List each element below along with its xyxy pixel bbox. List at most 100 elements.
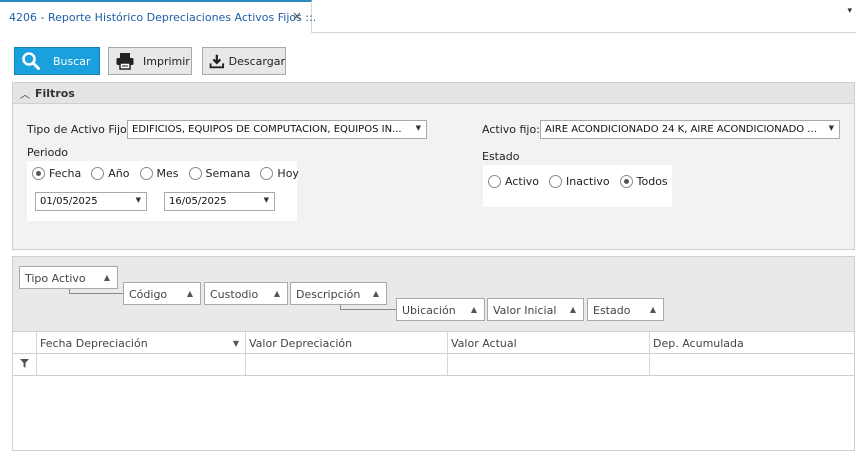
column-header-label: Dep. Acumulada <box>653 337 744 350</box>
sort-asc-icon: ▲ <box>470 305 477 314</box>
filter-icon <box>20 359 29 368</box>
radio-fecha[interactable]: Fecha <box>32 167 81 180</box>
column-header-valor-depreciacion[interactable]: Valor Depreciación <box>245 332 447 354</box>
group-chip-ubicacion[interactable]: Ubicación ▲ <box>396 298 485 321</box>
group-chip-valor-inicial[interactable]: Valor Inicial ▲ <box>487 298 584 321</box>
group-chip-tipo-activo[interactable]: Tipo Activo ▲ <box>19 266 118 289</box>
radio-label: Inactivo <box>566 175 610 188</box>
fixed-asset-select[interactable]: AIRE ACONDICIONADO 24 K, AIRE ACONDICION… <box>540 120 840 139</box>
column-header-dep-acumulada[interactable]: Dep. Acumulada <box>649 332 854 354</box>
dropdown-arrow-icon: ▼ <box>263 196 269 204</box>
dropdown-arrow-icon: ▼ <box>828 124 834 132</box>
column-header-label: Valor Actual <box>451 337 517 350</box>
filter-cell-valor-depreciacion[interactable] <box>245 354 447 375</box>
fixed-asset-value: AIRE ACONDICIONADO 24 K, AIRE ACONDICION… <box>545 124 817 135</box>
radio-circle <box>260 167 274 180</box>
download-button[interactable]: Descargar <box>202 47 286 75</box>
radio-todos[interactable]: Todos <box>619 175 668 188</box>
period-label: Periodo <box>27 146 69 159</box>
radio-hoy[interactable]: Hoy <box>260 167 299 180</box>
sort-asc-icon: ▲ <box>569 305 576 314</box>
radio-label: Todos <box>636 175 668 188</box>
radio-label: Año <box>108 167 130 180</box>
sort-asc-icon: ▲ <box>273 289 280 298</box>
dropdown-arrow-icon: ▼ <box>415 124 421 132</box>
grid-filter-row <box>13 354 854 376</box>
chevron-up-icon[interactable]: ︿ <box>20 86 30 101</box>
group-connector <box>69 289 123 294</box>
sort-asc-icon: ▲ <box>649 305 656 314</box>
tab-strip: 4206 - Reporte Histórico Depreciaciones … <box>0 0 856 33</box>
radio-circle <box>188 167 202 180</box>
search-button[interactable]: Buscar <box>14 47 100 75</box>
print-button-label: Imprimir <box>143 54 190 68</box>
column-header-valor-actual[interactable]: Valor Actual <box>447 332 649 354</box>
grid-row-indicator-header <box>13 332 36 354</box>
radio-circle <box>139 167 153 180</box>
radio-activo[interactable]: Activo <box>488 175 539 188</box>
filter-row-indicator <box>13 354 36 375</box>
group-chip-codigo[interactable]: Código ▲ <box>123 282 201 305</box>
group-connector <box>340 305 396 310</box>
date-from-input[interactable]: 01/05/2025 ▼ <box>35 192 147 211</box>
filters-panel: ︿ Filtros Tipo de Activo Fijo: EDIFICIOS… <box>12 82 855 250</box>
radio-label: Activo <box>505 175 539 188</box>
group-chip-label: Ubicación <box>402 304 456 317</box>
date-to-value: 16/05/2025 <box>169 196 227 207</box>
data-grid: Fecha Depreciación ▼ Valor Depreciación … <box>12 331 855 451</box>
filter-cell-valor-actual[interactable] <box>447 354 649 375</box>
search-button-label: Buscar <box>53 54 91 68</box>
asset-type-select[interactable]: EDIFICIOS, EQUIPOS DE COMPUTACION, EQUIP… <box>127 120 427 139</box>
radio-label: Hoy <box>277 167 299 180</box>
tab-title: 4206 - Reporte Histórico Depreciaciones … <box>9 11 317 24</box>
filters-header[interactable]: ︿ Filtros <box>13 83 854 104</box>
group-chip-label: Tipo Activo <box>25 272 86 285</box>
tab-report[interactable]: 4206 - Reporte Histórico Depreciaciones … <box>0 0 316 33</box>
sort-asc-icon: ▲ <box>186 289 193 298</box>
group-chip-label: Código <box>129 288 168 301</box>
sort-asc-icon: ▲ <box>103 273 110 282</box>
radio-inactivo[interactable]: Inactivo <box>549 175 610 188</box>
asset-type-label: Tipo de Activo Fijo: <box>27 123 131 136</box>
column-header-fecha-depreciacion[interactable]: Fecha Depreciación ▼ <box>36 332 245 354</box>
date-to-input[interactable]: 16/05/2025 ▼ <box>164 192 275 211</box>
radio-label: Mes <box>156 167 179 180</box>
column-header-label: Valor Depreciación <box>249 337 353 350</box>
period-radio-group: Fecha Año Mes Semana Hoy <box>32 167 309 180</box>
group-chip-descripcion[interactable]: Descripción ▲ <box>290 282 387 305</box>
dropdown-arrow-icon: ▼ <box>135 196 141 204</box>
fixed-asset-label: Activo fijo: <box>482 123 540 136</box>
radio-circle <box>32 167 45 180</box>
group-chip-label: Valor Inicial <box>493 304 557 317</box>
radio-label: Semana <box>205 167 251 180</box>
radio-ano[interactable]: Año <box>91 167 130 180</box>
printer-icon <box>116 53 134 70</box>
column-header-label: Fecha Depreciación <box>40 337 148 350</box>
sort-asc-icon: ▲ <box>372 289 379 298</box>
radio-circle <box>619 175 633 188</box>
radio-circle <box>91 167 105 180</box>
asset-type-value: EDIFICIOS, EQUIPOS DE COMPUTACION, EQUIP… <box>132 124 402 135</box>
print-button[interactable]: Imprimir <box>108 47 192 75</box>
radio-circle <box>549 175 562 188</box>
chevron-down-icon[interactable]: ▾ <box>847 6 852 16</box>
radio-mes[interactable]: Mes <box>139 167 179 180</box>
close-icon[interactable]: × <box>292 9 302 23</box>
filter-cell-dep-acumulada[interactable] <box>649 354 854 375</box>
search-icon <box>22 52 40 70</box>
grid-header: Fecha Depreciación ▼ Valor Depreciación … <box>13 332 854 354</box>
radio-label: Fecha <box>49 167 82 180</box>
status-label: Estado <box>482 150 520 163</box>
group-chip-estado[interactable]: Estado ▲ <box>587 298 664 321</box>
group-by-panel: Tipo Activo ▲ Código ▲ Custodio ▲ Descripci… <box>12 256 855 331</box>
group-chip-label: Descripción <box>296 288 361 301</box>
filter-cell-fecha-depreciacion[interactable] <box>36 354 245 375</box>
date-from-value: 01/05/2025 <box>40 196 98 207</box>
group-chip-custodio[interactable]: Custodio ▲ <box>204 282 288 305</box>
radio-circle <box>488 175 501 188</box>
sort-desc-icon[interactable]: ▼ <box>233 339 239 348</box>
download-icon <box>209 54 225 69</box>
download-button-label: Descargar <box>228 54 285 68</box>
radio-semana[interactable]: Semana <box>188 167 251 180</box>
status-radio-group: Activo Inactivo Todos <box>488 175 678 188</box>
